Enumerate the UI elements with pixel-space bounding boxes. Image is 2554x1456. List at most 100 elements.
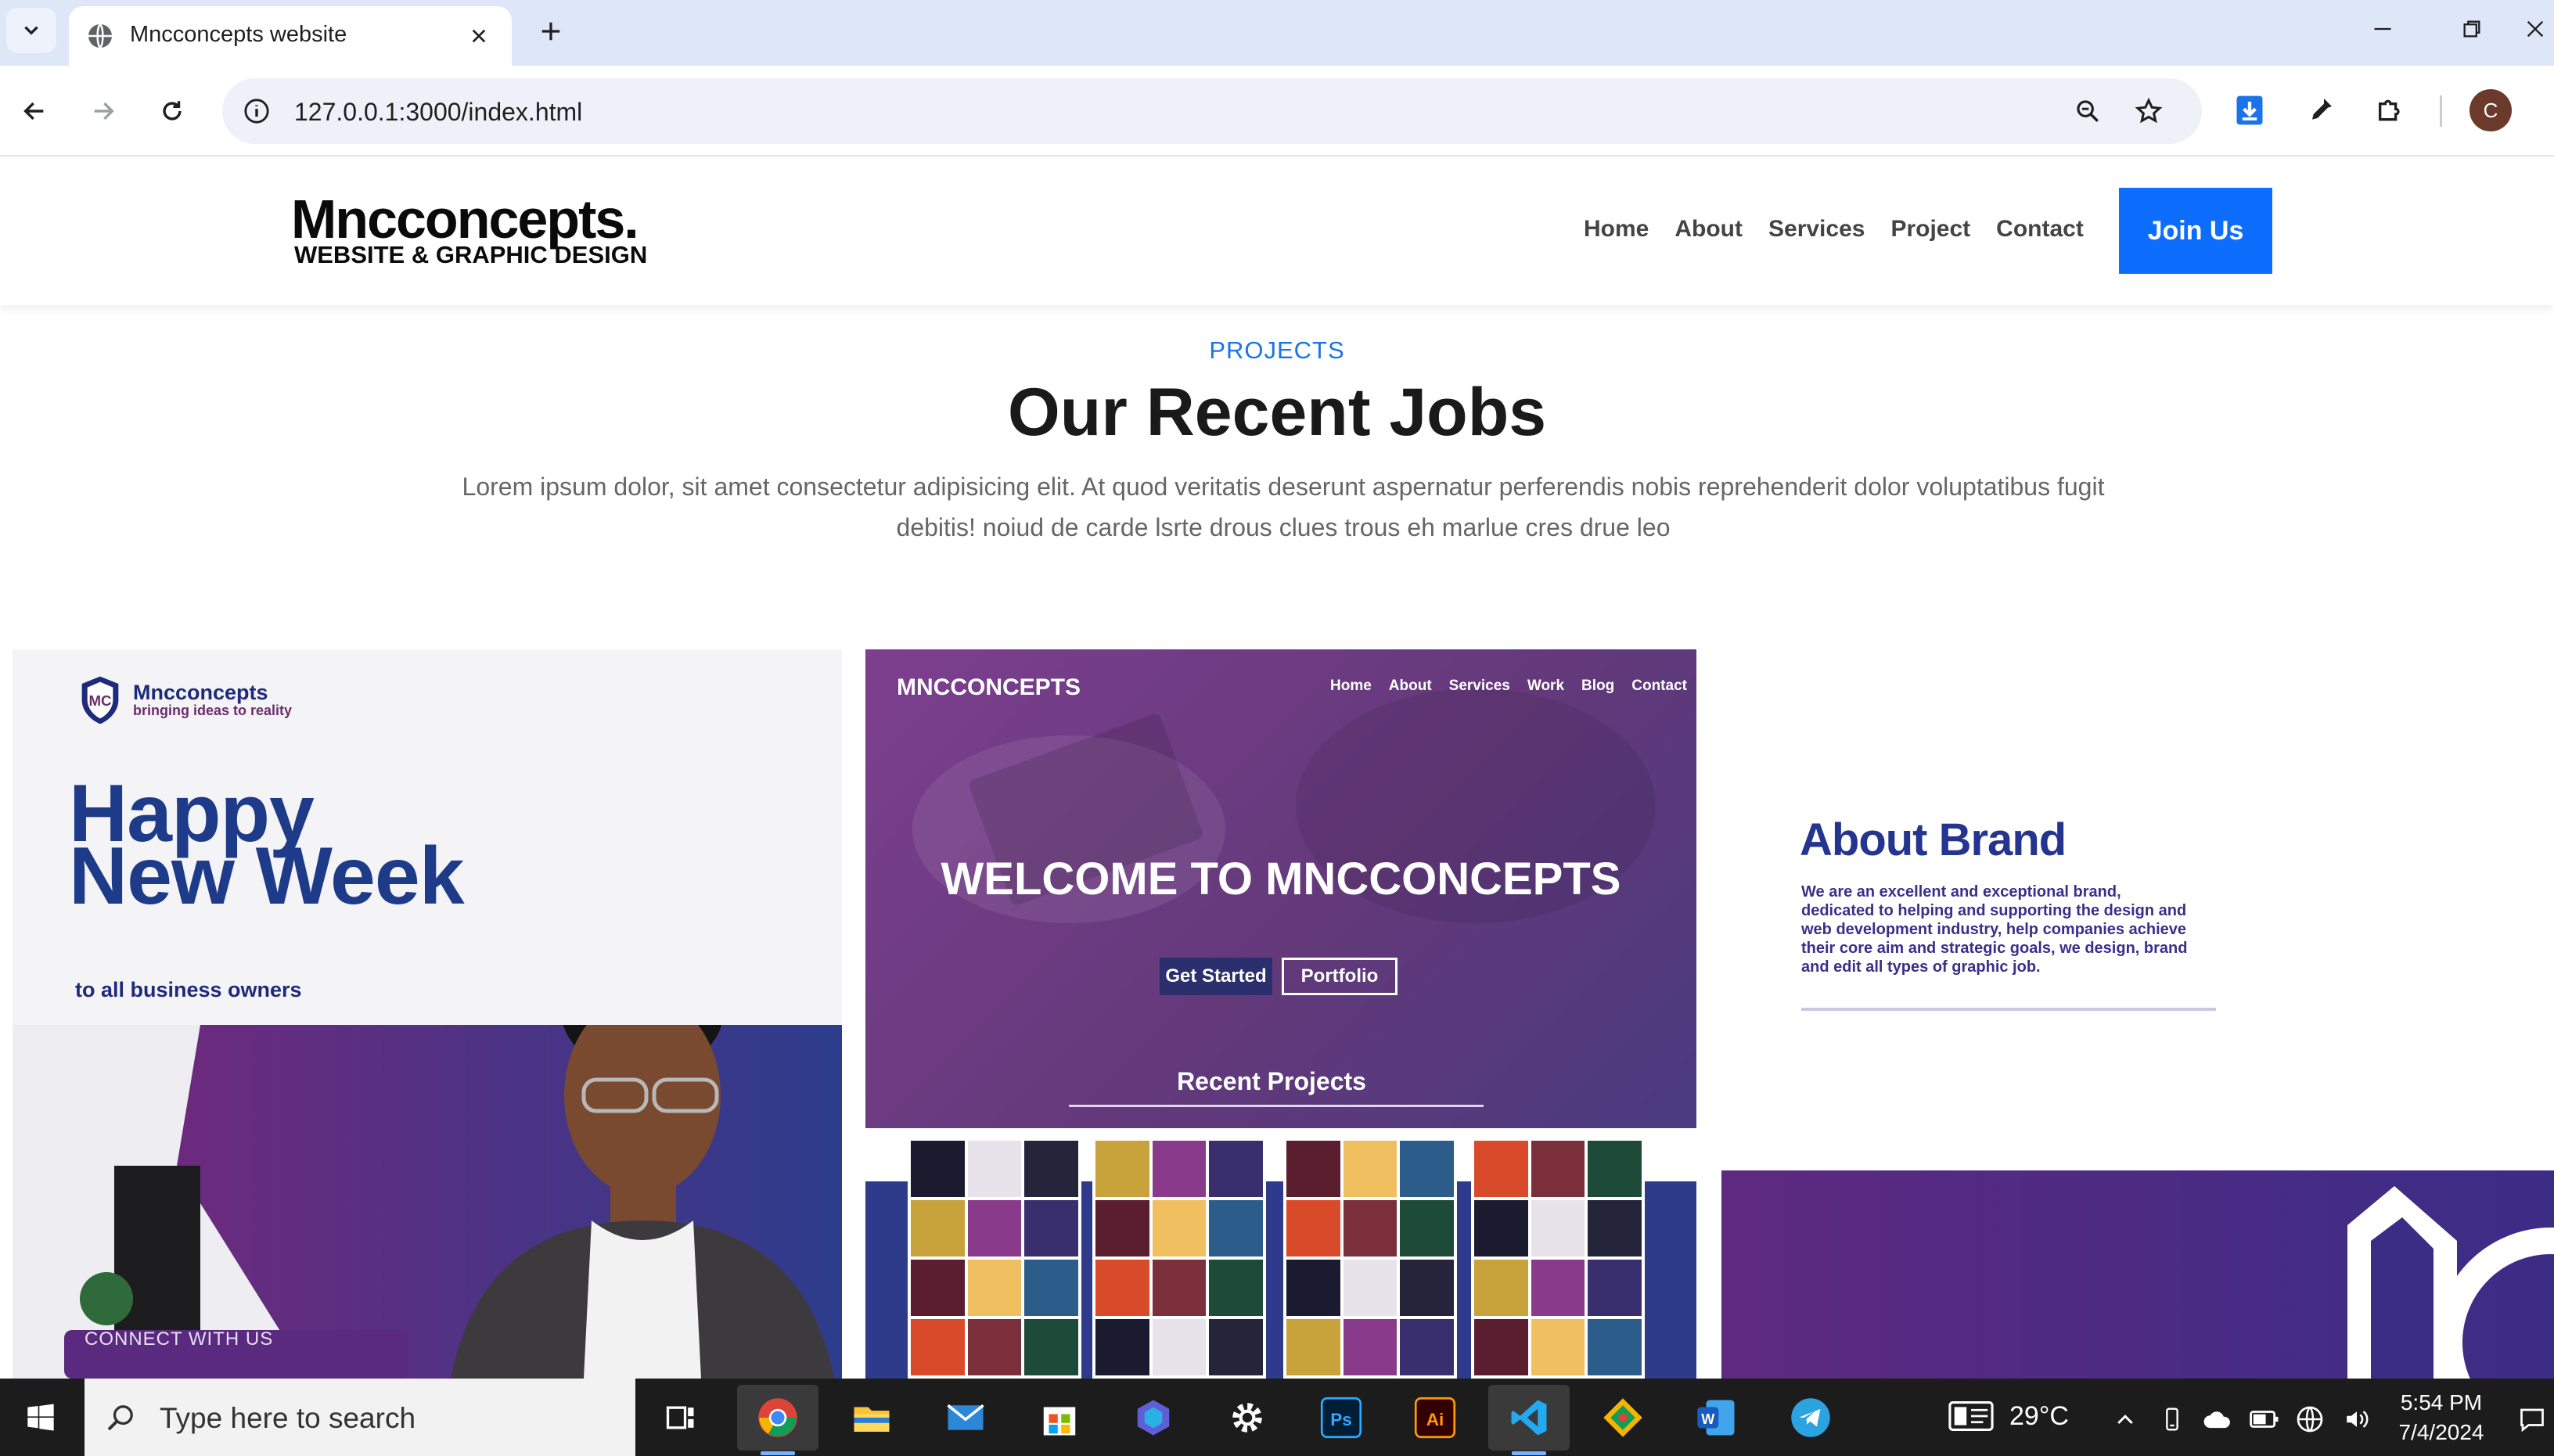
mockup-hero: MNCCONCEPTS Home About Services Work Blo… — [865, 649, 1696, 1128]
section-eyebrow: PROJECTS — [1209, 336, 1345, 364]
taskbar-task-view[interactable] — [640, 1385, 721, 1451]
taskbar-git-kraken[interactable] — [1582, 1385, 1664, 1451]
bookmark-button[interactable] — [2130, 92, 2167, 130]
tray-network[interactable] — [2293, 1402, 2327, 1436]
site-header: Mncconcepts. WEBSITE & GRAPHIC DESIGN Ho… — [0, 156, 2554, 305]
thumbnail-image — [1588, 1319, 1642, 1375]
taskbar-settings[interactable] — [1207, 1385, 1288, 1451]
url-text[interactable]: 127.0.0.1:3000/index.html — [294, 98, 582, 127]
poster-headline: Happy New Week — [69, 768, 465, 922]
thumbnail-image — [1400, 1319, 1454, 1375]
back-button[interactable] — [13, 89, 56, 133]
nav-link-contact[interactable]: Contact — [1996, 216, 2084, 243]
profile-avatar[interactable]: C — [2469, 89, 2512, 131]
mockup-menu-item: Blog — [1581, 678, 1615, 694]
mockup-thumbnail-grid — [1283, 1138, 1457, 1379]
project-card-new-week[interactable]: MC Mncconcepts bringing ideas to reality… — [13, 649, 842, 1379]
back-arrow-icon — [23, 102, 44, 120]
word-label: W — [1701, 1411, 1714, 1427]
forward-arrow-icon — [94, 102, 114, 120]
mockup-welcome-text: WELCOME TO MNCCONCEPTS — [941, 854, 1621, 904]
new-tab-button[interactable] — [532, 13, 570, 50]
thumbnail-image — [1024, 1260, 1078, 1316]
browser-tab[interactable]: Mncconcepts website — [69, 6, 512, 66]
taskbar-illustrator[interactable]: Ai — [1394, 1385, 1476, 1451]
globe-icon — [88, 23, 112, 49]
poster-subline: to all business owners — [75, 978, 302, 1001]
nav-link-services[interactable]: Services — [1768, 216, 1865, 243]
taskbar-vs-code[interactable] — [1488, 1385, 1570, 1455]
minimize-button[interactable] — [2355, 9, 2410, 49]
tab-close-button[interactable] — [463, 20, 495, 52]
taskbar-clock[interactable]: 5:54 PM 7/4/2024 — [2394, 1388, 2488, 1447]
mockup-menu-item: Work — [1527, 678, 1565, 694]
taskbar-chrome[interactable] — [737, 1385, 818, 1455]
tray-overflow-button[interactable] — [2108, 1402, 2142, 1436]
store-icon — [1043, 1407, 1076, 1436]
restore-button[interactable] — [2444, 9, 2499, 49]
taskbar-photoshop[interactable]: Ps — [1300, 1385, 1382, 1451]
taskbar-microsoft-store[interactable] — [1019, 1385, 1100, 1451]
chevron-up-icon — [2117, 1415, 2133, 1425]
vscode-icon — [1511, 1400, 1547, 1436]
tray-onedrive[interactable] — [2200, 1402, 2235, 1436]
brand-logo-artwork — [2347, 1186, 2554, 1379]
taskbar-copilot[interactable] — [1113, 1385, 1194, 1451]
device-icon — [2166, 1407, 2178, 1431]
thumbnail-image — [911, 1260, 965, 1316]
tray-battery[interactable] — [2247, 1402, 2282, 1436]
join-us-button[interactable]: Join Us — [2119, 188, 2272, 274]
tray-volume[interactable] — [2340, 1402, 2374, 1436]
address-bar[interactable]: 127.0.0.1:3000/index.html — [222, 78, 2202, 144]
copilot-icon — [1137, 1400, 1170, 1436]
thumbnail-image — [1588, 1260, 1642, 1316]
thumbnail-image — [1400, 1200, 1454, 1256]
thumbnail-image — [1152, 1200, 1207, 1256]
thumbnail-image — [1343, 1260, 1398, 1316]
extensions-button[interactable] — [2368, 88, 2413, 133]
forward-button[interactable] — [81, 89, 125, 133]
nav-link-project[interactable]: Project — [1890, 216, 1970, 243]
taskbar-search[interactable]: Type here to search — [85, 1379, 635, 1456]
thumbnail-image — [1588, 1141, 1642, 1197]
reload-button[interactable] — [150, 89, 194, 133]
thumbnail-image — [967, 1200, 1022, 1256]
tab-search-button[interactable] — [6, 8, 56, 53]
speaker-icon — [2347, 1411, 2369, 1428]
thumbnail-image — [1474, 1200, 1528, 1256]
window-close-button[interactable] — [2516, 9, 2554, 49]
notification-icon — [2520, 1408, 2544, 1433]
notification-button[interactable] — [2515, 1402, 2549, 1436]
project-card-website-design[interactable]: MNCCONCEPTS Home About Services Work Blo… — [865, 649, 1696, 1379]
mockup-thumbnail-grid — [1092, 1138, 1266, 1379]
thumbnail-image — [1095, 1319, 1149, 1375]
section-description: Lorem ipsum dolor, sit amet consectetur … — [462, 473, 2105, 541]
thumbnail-image — [1286, 1200, 1340, 1256]
tray-device[interactable] — [2155, 1402, 2189, 1436]
shield-logo-icon: MC — [81, 676, 119, 724]
start-button[interactable] — [0, 1379, 81, 1456]
nav-link-home[interactable]: Home — [1584, 216, 1649, 243]
taskbar-word[interactable]: W — [1676, 1385, 1757, 1451]
thumbnail-image — [1343, 1141, 1398, 1197]
nav-link-about[interactable]: About — [1674, 216, 1743, 243]
tab-strip: Mncconcepts website — [0, 0, 2554, 66]
thumbnail-image — [1209, 1200, 1263, 1256]
browser-toolbar: 127.0.0.1:3000/index.html C — [0, 66, 2554, 156]
restore-icon — [2463, 20, 2480, 38]
site-info-button[interactable] — [238, 92, 275, 130]
thumbnail-image — [1209, 1319, 1263, 1375]
thumbnail-image — [967, 1319, 1022, 1375]
taskbar-mail[interactable] — [925, 1385, 1006, 1451]
eyedropper-extension-button[interactable] — [2297, 88, 2343, 133]
project-card-about-brand[interactable]: About Brand We are an excellent and exce… — [1721, 649, 2554, 1379]
windows-logo-icon — [27, 1404, 54, 1431]
svg-text:MC: MC — [88, 692, 111, 709]
weather-widget[interactable]: 29°C — [1948, 1399, 2069, 1433]
download-button[interactable] — [2227, 88, 2272, 133]
taskbar-telegram[interactable] — [1770, 1385, 1851, 1451]
thumbnail-image — [1474, 1260, 1528, 1316]
zoom-button[interactable] — [2069, 92, 2106, 130]
thumbnail-image — [1095, 1260, 1149, 1316]
taskbar-file-explorer[interactable] — [831, 1385, 912, 1451]
